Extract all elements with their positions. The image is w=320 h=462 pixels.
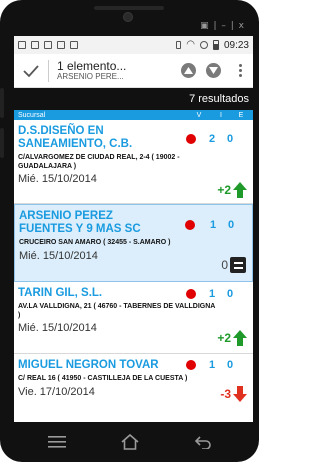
home-icon [120,434,139,450]
move-up-button[interactable] [181,63,196,78]
visit-date: Mié. 15/10/2014 [18,173,97,186]
branch-list: D.S.DISEÑO EN SANEAMIENTO, C.B. C/ALVARG… [14,120,253,422]
branch-address: CRUCEIRO SAN AMARO ( 32455 - S.AMARO ) [19,239,171,247]
trend-indicator: +2 [217,330,247,346]
arrow-down-icon [233,386,247,402]
clock: 09:23 [223,39,249,51]
home-button[interactable] [118,430,142,454]
calendar-icon [70,41,78,49]
trend-value: 0 [221,258,228,272]
menu-button[interactable] [45,430,69,454]
visit-date: Mié. 15/10/2014 [18,322,97,334]
selection-subtitle: ARSENIO PERE... [57,71,124,81]
down-circle-icon [209,67,218,74]
count-e: 0 [226,133,234,145]
list-item[interactable]: TARIN GIL, S.L. AV.LA VALLDIGNA, 21 ( 46… [14,282,253,354]
status-bar: ◠ 09:23 [14,36,253,54]
screen: ◠ 09:23 1 elemento... ARSENIO PERE... 7 … [14,36,253,422]
vibrate-icon [176,41,182,49]
overflow-dot [238,69,242,72]
download-icon [31,41,39,49]
branch-address: C/ALVARGOMEZ DE CIUDAD REAL, 2-4 ( 19002… [18,154,180,170]
battery-icon [212,40,219,50]
up-circle-icon [184,67,193,74]
status-dot [186,360,196,370]
header-i: I [220,111,222,119]
arrow-up-icon [233,330,247,346]
count-i: 1 [208,359,216,371]
status-dot [185,220,195,230]
column-header: Sucursal V I E [14,110,253,120]
visit-date: Mié. 15/10/2014 [19,249,98,262]
overflow-menu-icon [238,64,242,67]
divider [48,59,49,82]
count-i: 2 [208,133,216,145]
trend-indicator: +2 [217,182,247,198]
header-sucursal: Sucursal [18,111,46,119]
visit-date: Vie. 17/10/2014 [18,385,95,398]
count-e: 0 [226,359,234,371]
image-icon [57,41,65,49]
branch-name: MIGUEL NEGRON TOVAR [18,359,159,371]
overflow-dot [238,74,242,77]
status-dot [186,134,196,144]
navigation-bar [0,422,259,462]
volume-button [0,88,4,118]
overflow-menu-button[interactable] [233,64,247,77]
branch-address: C/ REAL 16 ( 41950 - CASTILLEJA DE LA CU… [18,375,188,383]
move-down-button[interactable] [206,63,221,78]
count-e: 0 [226,288,234,300]
camera [123,12,133,22]
branch-name: D.S.DISEÑO EN SANEAMIENTO, C.B. [18,125,133,151]
status-dot [186,289,196,299]
trend-value: +2 [217,183,231,197]
count-i: 1 [208,288,216,300]
branch-name: TARIN GIL, S.L. [18,287,103,299]
count-i: 1 [209,219,217,231]
selection-count: 1 elemento... [57,59,127,73]
trend-value: -3 [220,387,231,401]
selection-title: 1 elemento... ARSENIO PERE... [57,60,171,81]
speaker [94,6,164,10]
back-icon [194,436,211,449]
window-controls[interactable]: ▣ | – | x [200,21,245,31]
branch-address: AV.LA VALLDIGNA, 21 ( 46760 - TABERNES D… [18,303,216,319]
count-e: 0 [227,219,235,231]
branch-name: ARSENIO PEREZ FUENTES Y 9 MAS SC [19,210,141,236]
trend-value: +2 [217,331,231,345]
back-button[interactable] [191,430,215,454]
list-item[interactable]: D.S.DISEÑO EN SANEAMIENTO, C.B. C/ALVARG… [14,120,253,204]
trend-indicator: -3 [220,386,247,402]
arrow-up-icon [233,182,247,198]
done-button[interactable] [20,60,42,82]
header-v: V [196,111,202,119]
results-count: 7 resultados [14,88,253,110]
power-button [0,128,4,158]
wifi-icon: ◠ [186,39,195,50]
trend-indicator: 0 [221,257,246,273]
check-icon [23,64,39,77]
header-e: E [238,111,244,119]
alarm-icon [199,41,208,49]
notification-icon [18,41,26,49]
phone-frame: ▣ | – | x ◠ 09:23 1 elemento... ARSENIO … [0,0,259,462]
list-item-selected[interactable]: ARSENIO PEREZ FUENTES Y 9 MAS SC CRUCEIR… [14,204,253,282]
menu-icon [47,436,66,448]
list-item[interactable]: MIGUEL NEGRON TOVAR C/ REAL 16 ( 41950 -… [14,354,253,422]
lock-icon [44,41,52,49]
equal-icon [230,257,246,273]
contextual-action-bar: 1 elemento... ARSENIO PERE... [14,54,253,88]
